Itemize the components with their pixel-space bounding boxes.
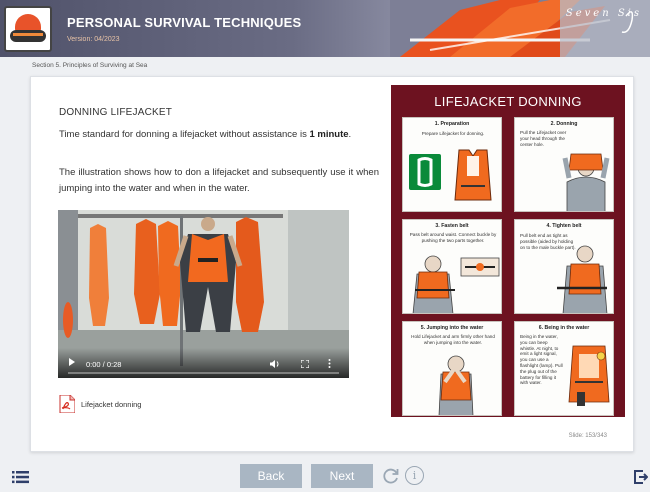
- poster-step-preparation: 1. Preparation Prepare Lifejacket for do…: [402, 117, 502, 212]
- back-button[interactable]: Back: [240, 464, 302, 488]
- pdf-icon: [59, 395, 75, 413]
- more-options-icon[interactable]: [328, 359, 331, 368]
- jumping-illustration: [438, 355, 474, 415]
- content-card: DONNING LIFEJACKET Time standard for don…: [30, 76, 634, 452]
- video-player[interactable]: 0:00 / 0:28: [58, 210, 349, 378]
- poster-step-in-water: 6. Being in the water Being in the water…: [514, 321, 614, 416]
- course-version: Version: 04/2023: [67, 36, 120, 43]
- brand-logo: Seven Sis: [565, 8, 642, 19]
- tighten-belt-illustration: [557, 245, 608, 313]
- time-standard-paragraph: Time standard for donning a lifejacket w…: [59, 129, 352, 140]
- video-time: 0:00 / 0:28: [86, 360, 122, 369]
- pdf-attachment-link[interactable]: Lifejacket donning: [59, 395, 141, 413]
- lesson-title: DONNING LIFEJACKET: [59, 107, 173, 118]
- next-button[interactable]: Next: [311, 464, 373, 488]
- fasten-belt-illustration: [412, 255, 500, 313]
- lifejacket-symbol-icon: [409, 154, 441, 190]
- liferaft-logo: [4, 6, 52, 52]
- reload-icon[interactable]: [382, 467, 400, 485]
- time-standard-value: 1 minute: [309, 129, 349, 140]
- poster-step-tighten-belt: 4. Tighten belt Pull belt end as tight a…: [514, 219, 614, 314]
- video-progress-bar[interactable]: [68, 372, 339, 374]
- slide-counter: Slide: 153/343: [568, 433, 607, 439]
- poster-title: LIFEJACKET DONNING: [434, 94, 582, 109]
- menu-list-icon[interactable]: [12, 470, 29, 484]
- exit-icon[interactable]: [634, 470, 648, 484]
- fullscreen-icon[interactable]: [301, 360, 309, 368]
- play-icon[interactable]: [69, 358, 75, 366]
- donning-illustration: [562, 153, 610, 211]
- lifejacket-donning-poster: LIFEJACKET DONNING 1. Preparation Prepar…: [391, 85, 625, 417]
- course-title: PERSONAL SURVIVAL TECHNIQUES: [67, 15, 302, 30]
- poster-step-fasten-belt: 3. Fasten belt Pass belt around waist. C…: [402, 219, 502, 314]
- app-header: PERSONAL SURVIVAL TECHNIQUES Version: 04…: [0, 0, 650, 57]
- volume-icon[interactable]: [270, 360, 280, 368]
- illustration-paragraph: The illustration shows how to don a life…: [59, 167, 379, 194]
- poster-step-donning: 2. Donning Pull the Lifejacket over your…: [514, 117, 614, 212]
- in-water-illustration: [568, 345, 610, 406]
- pdf-attachment-label: Lifejacket donning: [81, 399, 142, 409]
- info-icon[interactable]: i: [405, 466, 424, 485]
- breadcrumb: Section 5. Principles of Surviving at Se…: [32, 62, 148, 69]
- poster-step-jumping: 5. Jumping into the water Hold Lifejacke…: [402, 321, 502, 416]
- lifejacket-illustration: [454, 149, 492, 201]
